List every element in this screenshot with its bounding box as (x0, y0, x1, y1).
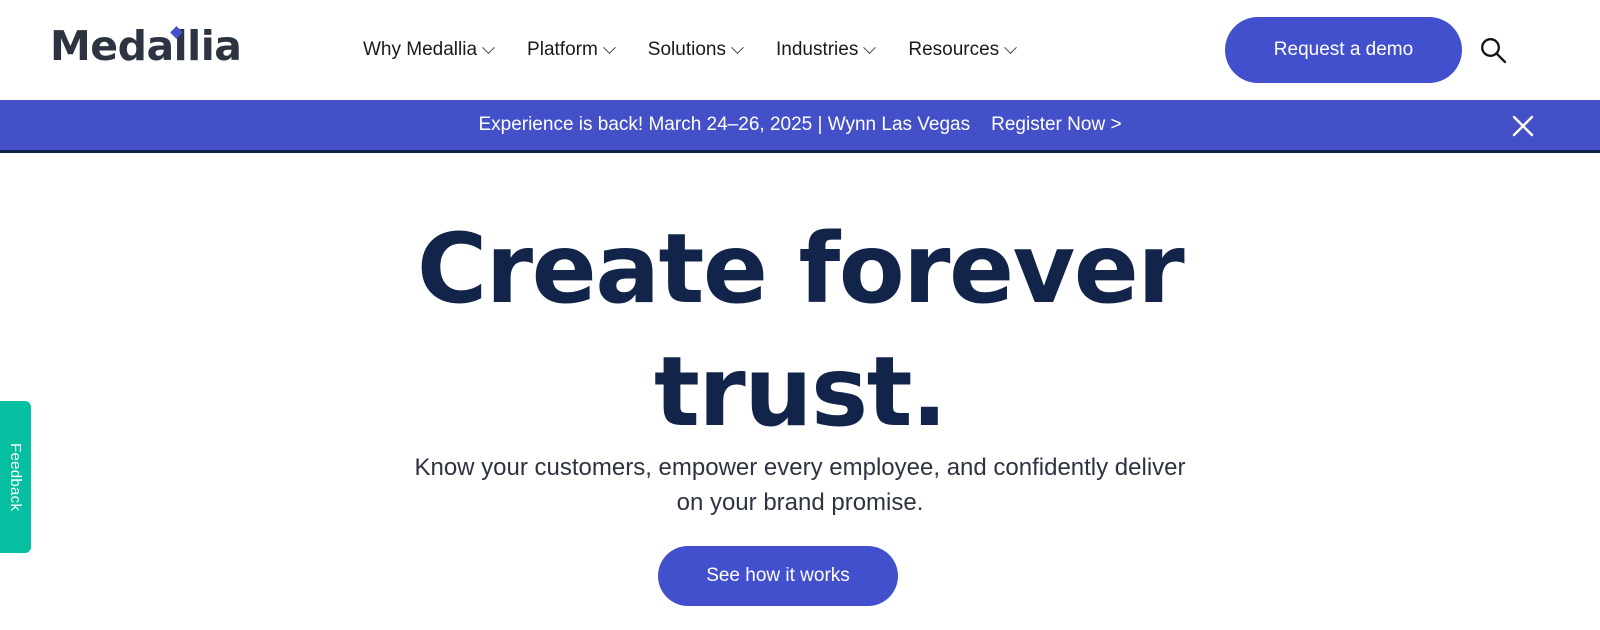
nav-item-platform[interactable]: Platform (527, 36, 616, 64)
nav-item-why-medallia[interactable]: Why Medallia (363, 36, 495, 64)
see-how-it-works-button[interactable]: See how it works (658, 546, 898, 606)
site-header: Medallia Why Medallia Platform Solutions… (0, 0, 1600, 100)
nav-label: Solutions (647, 39, 726, 60)
banner-register-link[interactable]: Register Now > (991, 114, 1121, 136)
nav-label: Why Medallia (363, 39, 478, 60)
hero-subtitle: Know your customers, empower every emplo… (414, 454, 1186, 516)
request-demo-button[interactable]: Request a demo (1225, 17, 1462, 83)
chevron-down-icon (731, 40, 744, 54)
nav-label: Platform (527, 39, 598, 60)
banner-content: Experience is back! March 24–26, 2025 | … (478, 114, 1121, 136)
main-navigation: Why Medallia Platform Solutions Industri… (363, 36, 1018, 64)
logo-wordmark: Medallia (50, 22, 242, 70)
nav-item-industries[interactable]: Industries (775, 36, 877, 64)
feedback-tab[interactable]: Feedback (0, 401, 31, 553)
nav-item-solutions[interactable]: Solutions (647, 36, 744, 64)
chevron-down-icon (602, 40, 616, 54)
nav-label: Industries (775, 39, 859, 60)
chevron-down-icon (863, 40, 877, 54)
banner-message: Experience is back! March 24–26, 2025 | … (478, 114, 971, 135)
medallia-logo[interactable]: Medallia (50, 26, 242, 67)
feedback-tab-label: Feedback (7, 442, 24, 512)
banner-close-button[interactable] (1508, 111, 1538, 141)
chevron-down-icon (482, 40, 495, 54)
close-icon (1512, 115, 1534, 137)
announcement-banner: Experience is back! March 24–26, 2025 | … (0, 100, 1600, 153)
chevron-down-icon (1004, 40, 1018, 54)
nav-label: Resources (908, 39, 1000, 60)
nav-item-resources[interactable]: Resources (908, 36, 1018, 64)
page-title: Create forever trust. (416, 213, 1185, 448)
search-icon (1481, 38, 1507, 64)
search-button[interactable] (1475, 32, 1511, 68)
